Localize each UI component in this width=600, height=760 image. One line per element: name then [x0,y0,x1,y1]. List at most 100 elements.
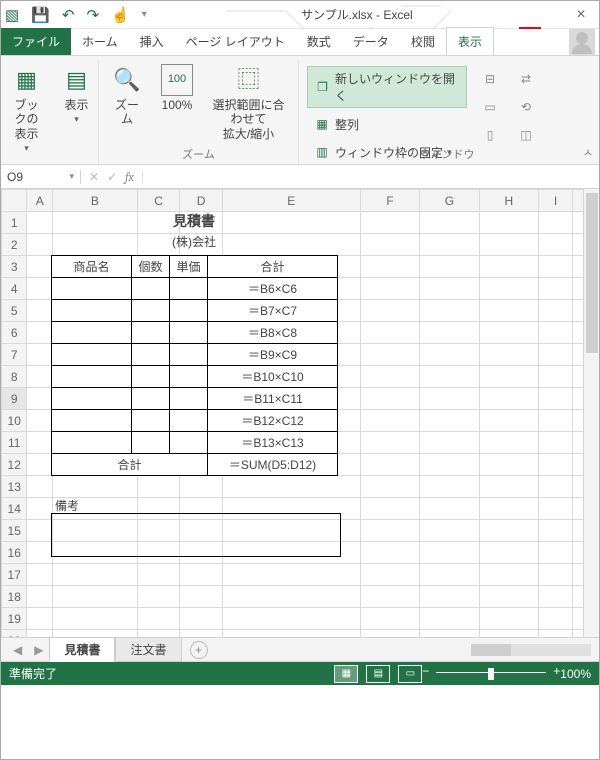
cell[interactable] [27,366,52,388]
view-pagebreak-icon[interactable]: ▭ [398,665,422,683]
cell[interactable] [420,234,479,256]
cell[interactable] [420,476,479,498]
cell[interactable] [539,630,573,638]
tab-view[interactable]: 表示 [446,27,494,55]
cell[interactable] [52,586,137,608]
col-header[interactable]: G [420,190,479,212]
cell[interactable] [539,454,573,476]
enter-icon[interactable]: ✓ [107,170,117,184]
cell[interactable] [479,476,538,498]
cell[interactable] [479,322,538,344]
cell[interactable] [180,564,222,586]
cell[interactable] [27,432,52,454]
row-header[interactable]: 17 [2,564,27,586]
cell[interactable] [360,454,419,476]
cell[interactable] [360,322,419,344]
zoom-button[interactable]: 🔍 ズーム [107,62,147,143]
cell[interactable] [52,608,137,630]
cell[interactable] [420,542,479,564]
cell[interactable] [539,498,573,520]
worksheet[interactable]: ABCDEFGHIL123456789101112131415161718192… [1,189,599,637]
sheet-tab-active[interactable]: 見積書 [49,637,115,662]
cell[interactable] [137,476,179,498]
sync-scroll-button[interactable]: ⇄ [513,68,539,90]
tab-pagelayout[interactable]: ページ レイアウト [175,28,296,55]
cell[interactable] [360,630,419,638]
row-header[interactable]: 19 [2,608,27,630]
cell[interactable] [539,586,573,608]
cell[interactable] [479,630,538,638]
cell[interactable] [479,366,538,388]
col-header[interactable]: D [180,190,222,212]
cell[interactable] [360,278,419,300]
row-header[interactable]: 4 [2,278,27,300]
show-button[interactable]: ▤ 表示 [57,62,97,156]
cell[interactable] [52,564,137,586]
cell[interactable] [52,476,137,498]
tab-file[interactable]: ファイル [1,28,71,55]
tab-data[interactable]: データ [342,28,400,55]
cell[interactable] [222,608,360,630]
cell[interactable] [180,630,222,638]
cell[interactable] [539,432,573,454]
row-header[interactable]: 8 [2,366,27,388]
cell[interactable] [420,322,479,344]
cell[interactable] [27,344,52,366]
cell[interactable] [360,498,419,520]
cell[interactable] [420,212,479,234]
cell[interactable] [420,366,479,388]
cell[interactable] [52,630,137,638]
cell[interactable] [539,608,573,630]
undo-icon[interactable]: ↶ [62,6,75,24]
row-header[interactable]: 15 [2,520,27,542]
cell[interactable] [420,498,479,520]
vertical-scrollbar[interactable] [583,189,599,637]
cell[interactable] [539,212,573,234]
sheet-nav-prev-icon[interactable]: ◀ [7,643,28,657]
cell[interactable] [27,498,52,520]
horizontal-scrollbar[interactable] [216,644,592,656]
unhide-button[interactable]: ▯ [477,124,503,146]
col-header[interactable]: E [222,190,360,212]
row-header[interactable]: 20 [2,630,27,638]
tab-review[interactable]: 校閲 [400,28,446,55]
cell[interactable] [360,234,419,256]
cell[interactable] [360,366,419,388]
cell[interactable] [479,432,538,454]
cell[interactable] [539,410,573,432]
cell[interactable] [479,608,538,630]
cell[interactable] [479,454,538,476]
cell[interactable] [137,608,179,630]
cell[interactable] [27,256,52,278]
cell[interactable] [420,520,479,542]
row-header[interactable]: 13 [2,476,27,498]
cell[interactable] [360,542,419,564]
cell[interactable] [360,212,419,234]
cell[interactable] [360,586,419,608]
cell[interactable] [360,520,419,542]
row-header[interactable]: 16 [2,542,27,564]
row-header[interactable]: 7 [2,344,27,366]
name-box[interactable]: O9▾ [1,170,81,184]
cell[interactable] [479,256,538,278]
tab-insert[interactable]: 挿入 [129,28,175,55]
cell[interactable] [180,586,222,608]
col-header[interactable]: F [360,190,419,212]
sheet-tab-other[interactable]: 注文書 [115,637,181,662]
zoom-selection-button[interactable]: ⿴ 選択範囲に合わせて 拡大/縮小 [207,62,290,143]
cell[interactable] [420,630,479,638]
account-avatar[interactable] [569,29,595,55]
cell[interactable] [539,322,573,344]
save-icon[interactable]: 💾 [31,6,50,24]
cell[interactable] [539,564,573,586]
cell[interactable] [479,520,538,542]
cell[interactable] [360,344,419,366]
cell[interactable] [479,498,538,520]
cell[interactable] [479,388,538,410]
tab-home[interactable]: ホーム [71,28,129,55]
cell[interactable] [360,256,419,278]
hide-button[interactable]: ▭ [477,96,503,118]
view-normal-icon[interactable]: ▦ [334,665,358,683]
cell[interactable] [27,542,52,564]
cell[interactable] [539,300,573,322]
